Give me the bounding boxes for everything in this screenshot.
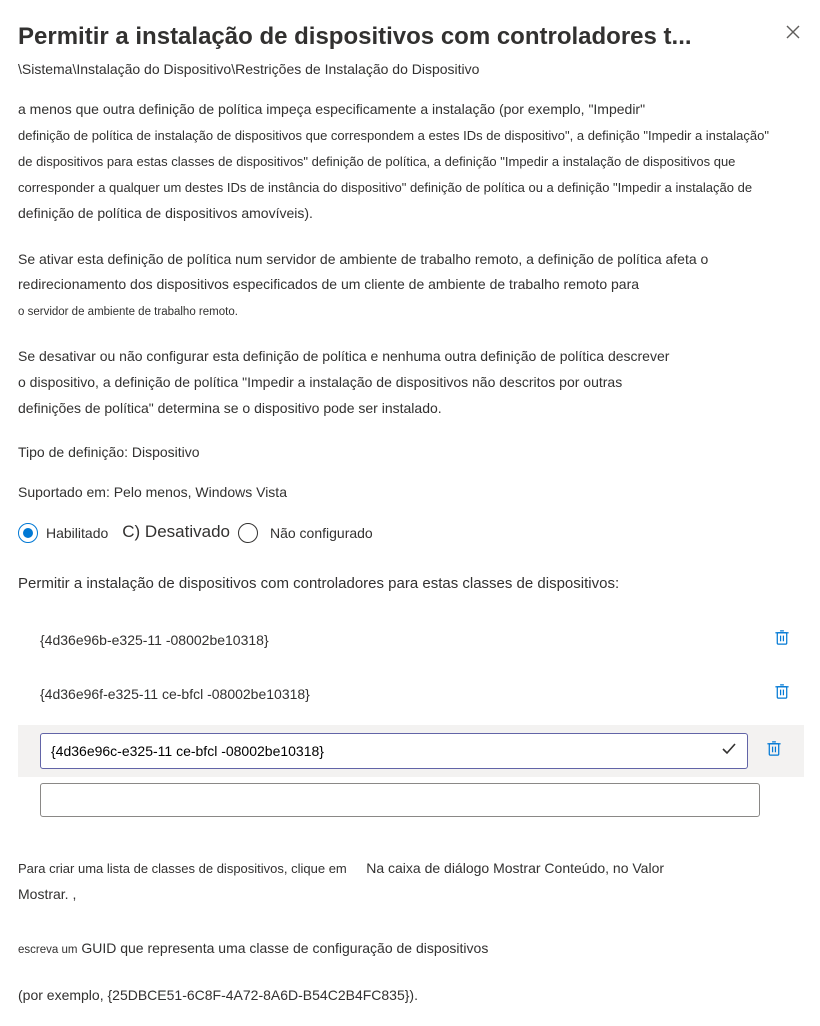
- supported-on: Suportado em: Pelo menos, Windows Vista: [18, 482, 804, 502]
- radio-notconfigured-label[interactable]: Não configurado: [270, 523, 373, 543]
- list-item-value: {4d36e96f-e325-11 ce-bfcl -08002be10318}: [40, 684, 756, 704]
- desc-text: o servidor de ambiente de trabalho remot…: [18, 306, 238, 318]
- state-radio-group: Habilitado C) Desativado Não configurado: [18, 520, 804, 545]
- desc-text: Se desativar ou não configurar esta defi…: [18, 348, 669, 364]
- list-item: {4d36e96f-e325-11 ce-bfcl -08002be10318}: [18, 667, 804, 721]
- desc-text: corresponder a qualquer um destes IDs de…: [18, 180, 752, 195]
- confirm-icon[interactable]: [721, 740, 737, 761]
- radio-enabled[interactable]: [18, 523, 38, 543]
- help-text: Mostrar. ,: [18, 886, 76, 902]
- help-text: Na caixa de diálogo Mostrar Conteúdo, no…: [366, 860, 664, 876]
- delete-icon[interactable]: [768, 677, 796, 711]
- desc-text: redirecionamento dos dispositivos especi…: [18, 276, 639, 292]
- desc-text: de dispositivos para estas classes de di…: [18, 154, 735, 169]
- description-block-3: Se desativar ou não configurar esta defi…: [18, 344, 804, 422]
- device-class-list-title: Permitir a instalação de dispositivos co…: [18, 573, 804, 595]
- radio-disabled[interactable]: [238, 523, 258, 543]
- help-text: escreva um: [18, 944, 77, 956]
- device-class-input[interactable]: [51, 743, 713, 759]
- description-block-2: Se ativar esta definição de política num…: [18, 247, 804, 325]
- desc-text: definição de política de dispositivos am…: [18, 205, 313, 221]
- edit-input-container[interactable]: [40, 733, 748, 768]
- help-text: GUID que representa uma classe de config…: [81, 940, 488, 956]
- delete-icon[interactable]: [768, 623, 796, 657]
- close-icon[interactable]: [782, 20, 804, 48]
- desc-text: a menos que outra definição de política …: [18, 101, 645, 117]
- radio-enabled-label[interactable]: Habilitado: [46, 523, 108, 543]
- breadcrumb: \Sistema\Instalação do Dispositivo\Restr…: [18, 59, 804, 79]
- delete-icon[interactable]: [760, 734, 788, 768]
- list-item: {4d36e96b-e325-11 -08002be10318}: [18, 613, 804, 667]
- desc-text: Se ativar esta definição de política num…: [18, 251, 708, 267]
- empty-input-row[interactable]: [40, 783, 760, 817]
- setting-type: Tipo de definição: Dispositivo: [18, 442, 804, 462]
- desc-text: definição de política de instalação de d…: [18, 128, 769, 143]
- list-item-editing: [18, 725, 804, 776]
- description-block-1: a menos que outra definição de política …: [18, 97, 804, 226]
- help-text-block: Para criar uma lista de classes de dispo…: [18, 855, 804, 962]
- desc-text: o dispositivo, a definição de política "…: [18, 374, 622, 390]
- radio-disabled-label[interactable]: C) Desativado: [122, 520, 230, 545]
- list-item-value: {4d36e96b-e325-11 -08002be10318}: [40, 630, 756, 650]
- desc-text: definições de política" determina se o d…: [18, 400, 442, 416]
- help-text-example: (por exemplo, {25DBCE51-6C8F-4A72-8A6D-B…: [18, 985, 804, 1005]
- help-text: Para criar uma lista de classes de dispo…: [18, 861, 347, 876]
- page-title: Permitir a instalação de dispositivos co…: [18, 20, 692, 55]
